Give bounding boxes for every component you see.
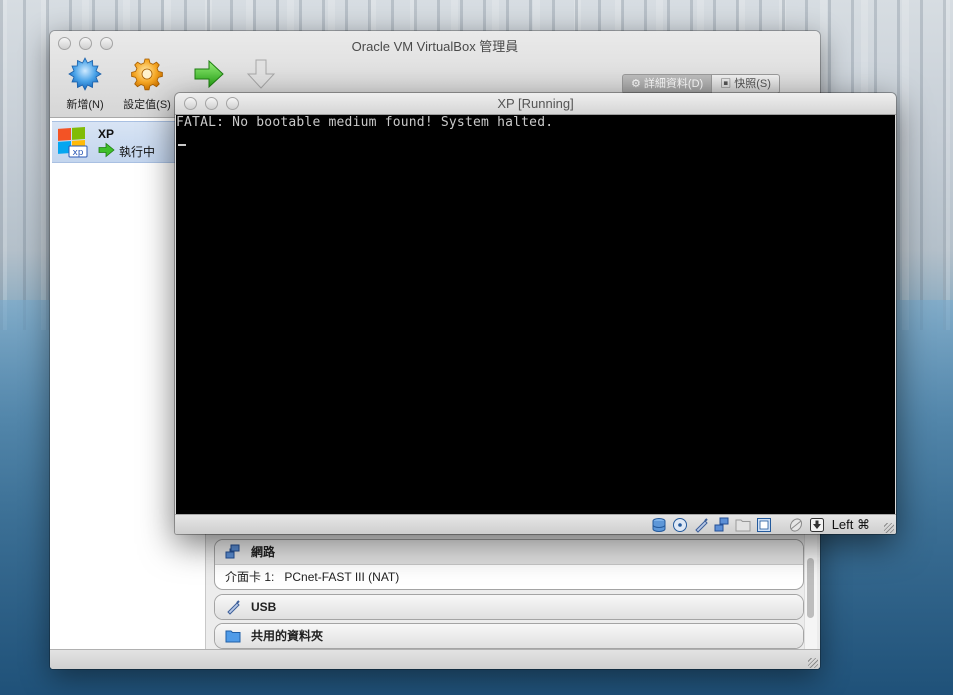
hard-disk-icon[interactable] xyxy=(651,517,667,533)
display-icon[interactable] xyxy=(756,517,772,533)
svg-text:xp: xp xyxy=(72,148,83,158)
settings-label: 設定值(S) xyxy=(123,99,171,111)
manager-statusbar xyxy=(50,649,820,669)
start-arrow-icon xyxy=(194,59,224,89)
network-adapter-row: 介面卡 1: PCnet-FAST III (NAT) xyxy=(215,564,803,589)
adapter-value: PCnet-FAST III (NAT) xyxy=(284,570,400,584)
details-tab-label: 詳細資料(D) xyxy=(643,78,704,90)
down-arrow-icon xyxy=(246,59,276,89)
shared-folders-section-title: 共用的資料夾 xyxy=(251,629,324,643)
usb-icon[interactable] xyxy=(693,517,709,533)
vm-state: 執行中 xyxy=(119,145,156,159)
view-switcher: ⚙ 詳細資料(D) ▣ 快照(S) xyxy=(622,74,780,94)
new-vm-label: 新增(N) xyxy=(66,99,104,111)
snapshots-tab[interactable]: ▣ 快照(S) xyxy=(712,74,780,94)
shared-folder-icon[interactable] xyxy=(735,517,751,533)
vm-console-window: XP [Running] FATAL: No bootable medium f… xyxy=(175,93,896,534)
settings-button[interactable]: 設定值(S) xyxy=(117,57,177,112)
usb-section-header[interactable]: USB xyxy=(215,595,803,619)
usb-section-title: USB xyxy=(251,600,277,614)
network-icon[interactable] xyxy=(714,517,730,533)
vm-name: XP xyxy=(98,127,115,141)
shared-folder-icon xyxy=(225,630,241,643)
optical-disk-icon[interactable] xyxy=(672,517,688,533)
shared-folders-section-header[interactable]: 共用的資料夾 xyxy=(215,624,803,648)
resize-grip[interactable] xyxy=(808,658,818,668)
console-message: FATAL: No bootable medium found! System … xyxy=(176,115,554,130)
windows-xp-logo-icon: xp xyxy=(58,126,88,158)
new-vm-button[interactable]: 新增(N) xyxy=(55,57,115,112)
usb-icon xyxy=(227,600,240,615)
discard-button[interactable] xyxy=(231,57,291,96)
details-tab[interactable]: ⚙ 詳細資料(D) xyxy=(622,74,713,94)
vm-status-icons: Left ⌘ xyxy=(651,516,870,534)
network-section-header[interactable]: 網路 xyxy=(215,540,803,564)
network-section-title: 網路 xyxy=(251,545,276,559)
host-key-label: Left ⌘ xyxy=(831,517,870,532)
vm-screen[interactable]: FATAL: No bootable medium found! System … xyxy=(176,115,895,514)
shared-folders-section: 共用的資料夾 xyxy=(214,623,804,649)
green-arrow-icon xyxy=(98,142,115,158)
window-title: Oracle VM VirtualBox 管理員 xyxy=(351,39,519,54)
snapshots-tab-label: 快照(S) xyxy=(734,78,771,90)
network-icon xyxy=(225,544,240,559)
mouse-integration-icon[interactable] xyxy=(788,517,804,533)
console-cursor xyxy=(178,144,186,146)
vm-resize-grip[interactable] xyxy=(884,523,894,533)
details-scrollbar-thumb[interactable] xyxy=(807,558,814,618)
gear-icon xyxy=(131,58,163,91)
network-section: 網路 介面卡 1: PCnet-FAST III (NAT) xyxy=(214,539,804,590)
usb-section: USB xyxy=(214,594,804,620)
new-starburst-icon xyxy=(68,57,102,91)
adapter-label: 介面卡 1: xyxy=(225,570,275,584)
vm-window-title: XP [Running] xyxy=(497,96,574,111)
start-button[interactable] xyxy=(179,57,239,96)
vm-titlebar: XP [Running] xyxy=(175,93,896,115)
vm-statusbar: Left ⌘ xyxy=(175,514,896,534)
host-key-arrow-icon[interactable] xyxy=(809,517,825,533)
